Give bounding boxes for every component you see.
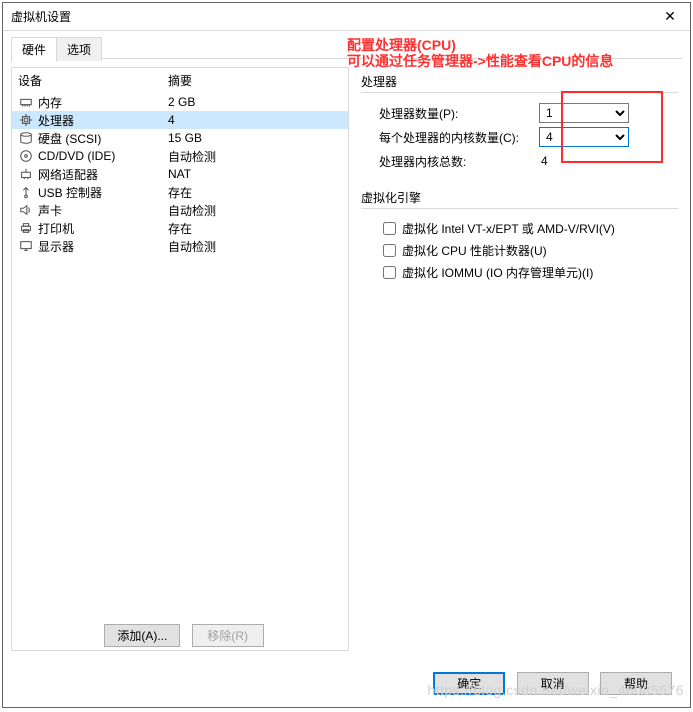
cpu-icon <box>18 112 34 128</box>
virtualization-group-title: 虚拟化引擎 <box>361 189 678 208</box>
device-name: 打印机 <box>38 220 168 237</box>
display-icon <box>18 238 34 254</box>
device-row-net[interactable]: 网络适配器NAT <box>12 165 348 183</box>
window-title: 虚拟机设置 <box>11 3 71 31</box>
col-summary: 摘要 <box>168 72 348 89</box>
device-list-panel: 设备 摘要 内存2 GB处理器4硬盘 (SCSI)15 GBCD/DVD (ID… <box>11 67 349 651</box>
device-row-cd[interactable]: CD/DVD (IDE)自动检测 <box>12 147 348 165</box>
annotation-line1: 配置处理器(CPU) <box>347 37 613 53</box>
net-icon <box>18 166 34 182</box>
cancel-button[interactable]: 取消 <box>517 672 589 695</box>
device-name: 内存 <box>38 94 168 111</box>
device-summary: 自动检测 <box>168 148 348 165</box>
cores-per-processor-select[interactable]: 4 <box>539 127 629 147</box>
device-summary: 存在 <box>168 220 348 237</box>
processor-group: 处理器 处理器数量(P): 1 每个处理器的内核数量(C): 4 <box>361 73 678 179</box>
device-summary: 存在 <box>168 184 348 201</box>
device-row-memory[interactable]: 内存2 GB <box>12 93 348 111</box>
add-button[interactable]: 添加(A)... <box>104 624 180 647</box>
virt-vtx-row[interactable]: 虚拟化 Intel VT-x/EPT 或 AMD-V/RVI(V) <box>379 217 672 239</box>
cores-per-processor-label: 每个处理器的内核数量(C): <box>379 129 539 146</box>
device-summary: 自动检测 <box>168 202 348 219</box>
virtualization-group: 虚拟化引擎 虚拟化 Intel VT-x/EPT 或 AMD-V/RVI(V) … <box>361 189 678 289</box>
sound-icon <box>18 202 34 218</box>
device-name: 处理器 <box>38 112 168 129</box>
title-bar: 虚拟机设置 ✕ <box>3 3 690 31</box>
remove-button: 移除(R) <box>192 624 264 647</box>
close-button[interactable]: ✕ <box>650 3 690 31</box>
device-row-sound[interactable]: 声卡自动检测 <box>12 201 348 219</box>
total-cores-label: 处理器内核总数: <box>379 153 539 170</box>
device-row-cpu[interactable]: 处理器4 <box>12 111 348 129</box>
memory-icon <box>18 94 34 110</box>
tab-hardware[interactable]: 硬件 <box>11 37 57 62</box>
virt-iommu-label: 虚拟化 IOMMU (IO 内存管理单元)(I) <box>402 264 593 281</box>
settings-panel: 配置处理器(CPU) 可以通过任务管理器->性能查看CPU的信息 处理器 处理器… <box>357 67 682 651</box>
virt-perf-checkbox[interactable] <box>383 244 396 257</box>
help-button[interactable]: 帮助 <box>600 672 672 695</box>
device-name: 显示器 <box>38 238 168 255</box>
device-summary: 2 GB <box>168 95 348 109</box>
device-name: 声卡 <box>38 202 168 219</box>
usb-icon <box>18 184 34 200</box>
printer-icon <box>18 220 34 236</box>
device-summary: NAT <box>168 167 348 181</box>
device-list-header: 设备 摘要 <box>12 68 348 93</box>
virt-iommu-row[interactable]: 虚拟化 IOMMU (IO 内存管理单元)(I) <box>379 261 672 283</box>
annotation-line2: 可以通过任务管理器->性能查看CPU的信息 <box>347 53 613 69</box>
device-name: 网络适配器 <box>38 166 168 183</box>
total-cores-value: 4 <box>539 154 548 168</box>
virt-iommu-checkbox[interactable] <box>383 266 396 279</box>
annotation-text: 配置处理器(CPU) 可以通过任务管理器->性能查看CPU的信息 <box>347 37 613 69</box>
device-summary: 15 GB <box>168 131 348 145</box>
virt-perf-label: 虚拟化 CPU 性能计数器(U) <box>402 242 547 259</box>
col-device: 设备 <box>18 72 168 89</box>
device-row-printer[interactable]: 打印机存在 <box>12 219 348 237</box>
virt-vtx-checkbox[interactable] <box>383 222 396 235</box>
device-name: CD/DVD (IDE) <box>38 149 168 163</box>
processor-count-select[interactable]: 1 <box>539 103 629 123</box>
device-summary: 4 <box>168 113 348 127</box>
virt-perf-row[interactable]: 虚拟化 CPU 性能计数器(U) <box>379 239 672 261</box>
device-row-usb[interactable]: USB 控制器存在 <box>12 183 348 201</box>
device-row-hdd[interactable]: 硬盘 (SCSI)15 GB <box>12 129 348 147</box>
device-summary: 自动检测 <box>168 238 348 255</box>
device-row-display[interactable]: 显示器自动检测 <box>12 237 348 255</box>
cd-icon <box>18 148 34 164</box>
virt-vtx-label: 虚拟化 Intel VT-x/EPT 或 AMD-V/RVI(V) <box>402 220 615 237</box>
hdd-icon <box>18 130 34 146</box>
tab-options[interactable]: 选项 <box>56 37 102 61</box>
device-name: 硬盘 (SCSI) <box>38 130 168 147</box>
device-name: USB 控制器 <box>38 184 168 201</box>
ok-button[interactable]: 确定 <box>433 672 505 695</box>
processor-group-title: 处理器 <box>361 73 678 92</box>
processor-count-label: 处理器数量(P): <box>379 105 539 122</box>
